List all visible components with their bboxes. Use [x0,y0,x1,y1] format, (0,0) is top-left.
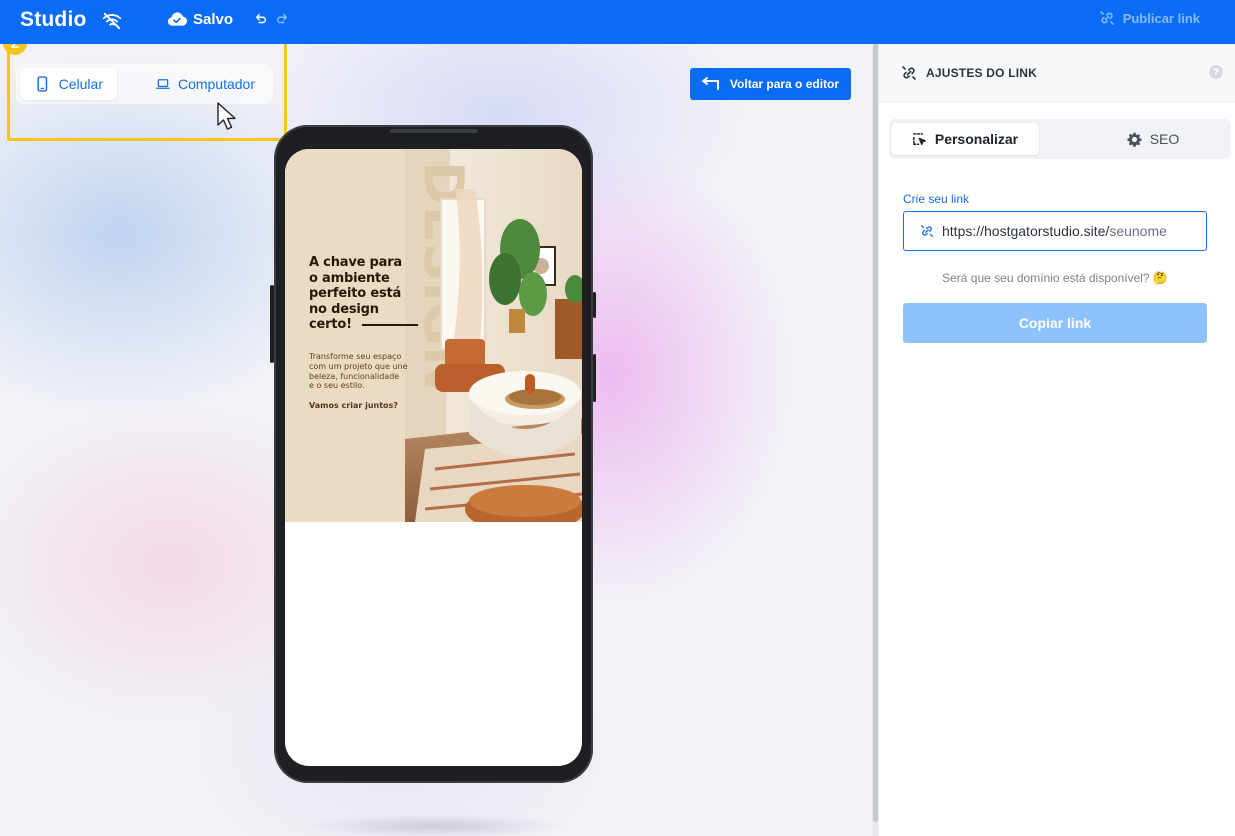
step-badge: 2 [3,44,27,55]
phone-side-button [593,292,596,318]
device-desktop-label: Computador [177,76,255,92]
arrow-back-icon [701,77,719,90]
help-icon[interactable]: ? [1209,65,1223,79]
panel-tabs: Personalizar SEO [889,119,1231,159]
save-status: Salvo [193,11,234,28]
tab-seo-label: SEO [1149,131,1180,147]
mouse-cursor-icon [217,102,236,130]
publish-link-button[interactable]: Publicar link [1099,10,1200,26]
undo-icon[interactable] [254,12,268,26]
link-icon [921,225,933,237]
gear-icon [1127,132,1142,147]
preview-canvas: Celular Computador 2 Voltar para o edito… [0,44,871,836]
signal-slash-icon [102,12,122,30]
link-input[interactable]: https://hostgatorstudio.site/seunome [903,211,1207,251]
tab-seo[interactable]: SEO [1079,123,1227,155]
back-to-editor-label: Voltar para o editor [729,77,840,91]
device-mobile-button[interactable]: Celular [20,68,117,100]
panel-header: AJUSTES DO LINK ? [879,44,1235,102]
link-icon [902,66,916,80]
hero-cta-text: Vamos criar juntos? [309,401,398,410]
cloud-check-icon [167,12,187,26]
device-desktop-button[interactable]: Computador [142,68,269,100]
hero-title: A chave para o ambiente perfeito está no… [309,255,402,332]
phone-side-button [593,354,596,402]
phone-screen[interactable]: DESIGN [285,149,582,766]
redo-icon[interactable] [275,12,289,26]
top-bar: Studio Salvo Publicar link [0,0,1235,44]
scrollbar-thumb[interactable] [873,44,878,822]
hero-body-text: Transforme seu espaço com um projeto que… [309,352,408,391]
link-field-label: Crie seu link [903,192,970,206]
tab-personalizar[interactable]: Personalizar [891,123,1039,155]
domain-hint: Será que seu domínio está disponível? 🤔 [942,271,1168,285]
link-settings-panel: AJUSTES DO LINK ? Personalizar SEO Crie … [879,44,1235,836]
living-room-photo: DESIGN [405,149,582,522]
back-to-editor-button[interactable]: Voltar para o editor [690,68,851,100]
canvas-scrollbar[interactable] [872,44,879,836]
device-switch: Celular Computador [16,64,273,104]
phone-mockup: DESIGN [274,125,593,783]
laptop-icon [156,79,170,89]
phone-shadow [300,814,570,836]
link-icon [1099,11,1114,25]
panel-title: AJUSTES DO LINK [926,66,1038,80]
title-underline [362,324,418,326]
hero-section: DESIGN [285,149,582,522]
device-mobile-label: Celular [58,76,103,92]
copy-link-button[interactable]: Copiar link [903,303,1207,343]
publish-link-label: Publicar link [1122,10,1200,26]
link-prefix: https://hostgatorstudio.site/seunome [942,223,1167,239]
phone-speaker [390,129,478,133]
tab-personalizar-label: Personalizar [934,131,1019,147]
smartphone-icon [37,76,48,92]
app-logo: Studio [20,8,87,31]
select-cursor-icon [912,132,926,145]
link-placeholder: seunome [1109,223,1167,239]
